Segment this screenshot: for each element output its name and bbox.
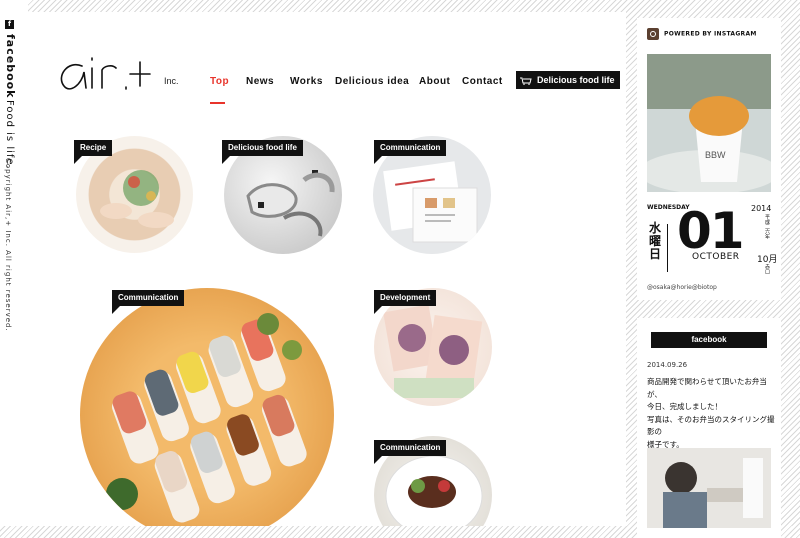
air-plus-logo[interactable] [48,32,198,112]
nav-about[interactable]: About [419,76,450,87]
nav-active-underline [210,102,225,104]
year: 2014 [751,204,772,213]
communication-tile-2[interactable] [80,288,334,526]
facebook-header: facebook [651,332,767,348]
instagram-widget[interactable]: POWERED BY INSTAGRAM BBW WEDNESDAY 2014 … [637,18,781,300]
facebook-post-photo[interactable] [647,448,771,528]
nav-news[interactable]: News [246,76,274,87]
month-en: OCTOBER [692,252,740,262]
communication-tag-1: Communication [374,140,447,164]
styling-shoot-photo [647,448,771,528]
nav-top[interactable]: Top [210,76,229,87]
side-facebook-link[interactable]: facebook [4,34,17,99]
delicious-food-life-tag: Delicious food life [222,140,303,164]
communication-tag-3: Communication [374,440,447,464]
facebook-widget: facebook 2014.09.26 商品開発で関わらせて頂いたお弁当が、 今… [637,318,781,538]
cta-label: Delicious food life [537,75,615,85]
instagram-header-label: POWERED BY INSTAGRAM [664,30,757,38]
weekday-jp: 水曜日 [649,221,662,261]
sushi-photo [106,313,307,523]
instagram-location[interactable]: @osaka@horie@biotop [647,284,717,291]
ice-cream-photo: BBW [647,54,771,192]
logo-inc: Inc. [164,76,179,86]
recipe-tag: Recipe [74,140,113,164]
facebook-icon[interactable]: f [5,20,14,29]
rokuyo-label: 赤口 [764,264,770,274]
nav-delicious-idea[interactable]: Delicious idea [335,76,409,87]
instagram-header: POWERED BY INSTAGRAM [647,28,757,40]
delicious-food-life-button[interactable]: Delicious food life [516,71,620,89]
date-divider [667,224,668,272]
cart-icon [520,77,532,85]
side-copyright: Copyright Air,+ Inc. All right reserved. [4,158,12,332]
main-content: Inc. Top News Works Delicious idea About… [28,12,626,526]
svg-text:BBW: BBW [705,150,726,160]
communication-tag-2: Communication [112,290,185,314]
instagram-photo[interactable]: BBW [647,54,771,192]
nav-contact[interactable]: Contact [462,76,503,87]
era-label: 平成二六年 [764,214,770,239]
nav-works[interactable]: Works [290,76,323,87]
development-tag: Development [374,290,437,314]
facebook-post-date: 2014.09.26 [647,361,688,369]
instagram-icon [647,28,659,40]
